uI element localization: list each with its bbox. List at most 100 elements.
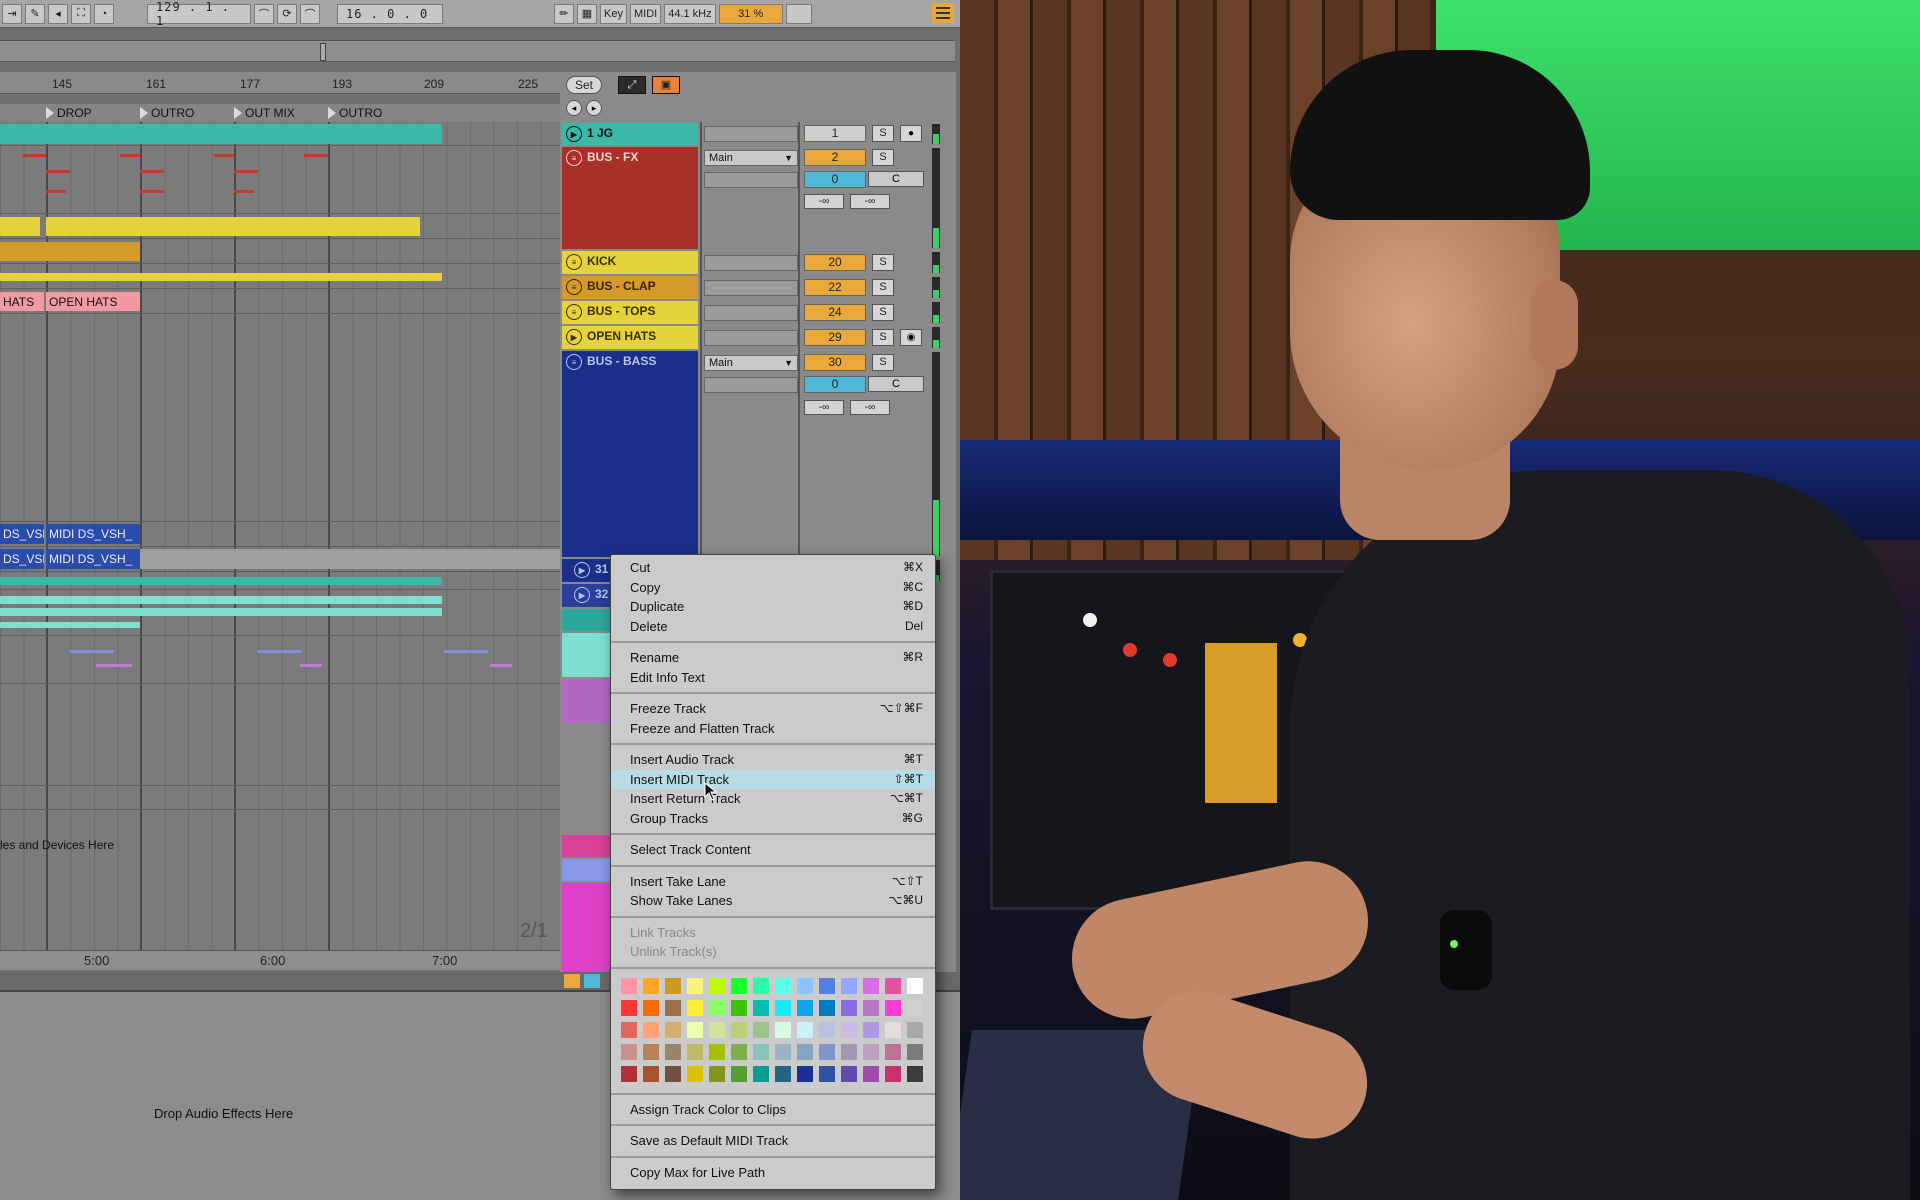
- color-swatch[interactable]: [643, 1065, 659, 1082]
- color-swatch[interactable]: [863, 1043, 879, 1060]
- group-icon[interactable]: ≡: [566, 254, 582, 270]
- pencil-icon[interactable]: ✏: [554, 3, 574, 24]
- color-swatch[interactable]: [775, 977, 791, 994]
- open-hats-clip[interactable]: OPEN HATS: [46, 292, 140, 311]
- track-lane[interactable]: [0, 122, 560, 146]
- menu-item-freeze-track[interactable]: Freeze Track ⌥⇧⌘F: [611, 699, 935, 719]
- color-swatch[interactable]: [819, 1043, 835, 1060]
- key-map-button[interactable]: Key: [600, 3, 627, 24]
- solo-button[interactable]: S: [872, 279, 894, 296]
- color-swatch[interactable]: [863, 1065, 879, 1082]
- solo-button[interactable]: S: [872, 354, 894, 371]
- track-lane[interactable]: DS_VSH_ MIDI DS_VSH_: [0, 522, 560, 547]
- color-swatch[interactable]: [885, 999, 901, 1016]
- return-track-lane[interactable]: [0, 762, 560, 786]
- audio-clip[interactable]: [0, 622, 140, 628]
- menu-item-save-default-midi-track[interactable]: Save as Default MIDI Track: [611, 1131, 935, 1151]
- track-lane[interactable]: [0, 636, 560, 684]
- midi-map-button[interactable]: MIDI: [629, 3, 662, 24]
- next-locator-icon[interactable]: ▸: [586, 100, 602, 116]
- locator[interactable]: OUTRO: [140, 106, 194, 120]
- color-swatch[interactable]: [819, 977, 835, 994]
- locator[interactable]: OUT MIX: [234, 106, 295, 120]
- track-header[interactable]: ≡ BUS - FX: [562, 147, 698, 249]
- open-hats-clip[interactable]: HATS: [0, 292, 44, 311]
- arrangement-view[interactable]: HATS OPEN HATS DS_VSH_ MIDI DS_VSH_ DS_V…: [0, 122, 560, 952]
- color-swatch[interactable]: [621, 1021, 637, 1038]
- solo-button[interactable]: S: [872, 254, 894, 271]
- color-swatch[interactable]: [797, 977, 813, 994]
- color-swatch[interactable]: [709, 1065, 725, 1082]
- output-dropdown[interactable]: Main ▼: [704, 150, 798, 166]
- track-number[interactable]: 29: [804, 329, 866, 346]
- color-swatch[interactable]: [753, 999, 769, 1016]
- track-kick[interactable]: ≡ KICK 20 S: [560, 250, 956, 275]
- menu-item-delete[interactable]: Delete Del: [611, 617, 935, 637]
- track-lane[interactable]: [0, 239, 560, 264]
- input-output-slot[interactable]: [704, 330, 798, 346]
- color-swatch[interactable]: [687, 977, 703, 994]
- audio-clip[interactable]: [0, 242, 140, 261]
- play-icon[interactable]: ▶: [574, 587, 590, 603]
- set-locator-button[interactable]: Set: [566, 76, 602, 94]
- color-swatch[interactable]: [665, 1065, 681, 1082]
- color-swatch[interactable]: [731, 1065, 747, 1082]
- color-swatch[interactable]: [709, 977, 725, 994]
- overview-selection[interactable]: [320, 43, 326, 61]
- arrangement-position-field[interactable]: 129 . 1 . 1: [147, 0, 251, 28]
- locator[interactable]: DROP: [46, 106, 92, 120]
- track-bus-clap[interactable]: ≡ BUS - CLAP 22 S: [560, 275, 956, 300]
- output-channel-slot[interactable]: [704, 172, 798, 188]
- track-lane[interactable]: DS_VSH_ MIDI DS_VSH_: [0, 547, 560, 572]
- input-output-slot[interactable]: [704, 280, 798, 296]
- color-swatch[interactable]: [753, 1043, 769, 1060]
- menu-item-insert-midi-track[interactable]: Insert MIDI Track ⇧⌘T: [611, 769, 935, 789]
- menu-item-show-take-lanes[interactable]: Show Take Lanes ⌥⌘U: [611, 891, 935, 911]
- menu-item-copy[interactable]: Copy ⌘C: [611, 578, 935, 598]
- crossfade-button[interactable]: C: [868, 171, 924, 187]
- menu-item-copy-max-path[interactable]: Copy Max for Live Path: [611, 1163, 935, 1183]
- record-arm-icon[interactable]: ●: [900, 125, 922, 142]
- lock-icon[interactable]: ▣: [652, 76, 680, 94]
- midi-clip[interactable]: MIDI DS_VSH_: [46, 549, 140, 569]
- track-number[interactable]: 22: [804, 279, 866, 296]
- metronome-icon[interactable]: ◔: [94, 3, 114, 24]
- play-icon[interactable]: ▶: [566, 329, 582, 345]
- color-swatch[interactable]: [709, 999, 725, 1016]
- menu-item-group-tracks[interactable]: Group Tracks ⌘G: [611, 809, 935, 829]
- color-swatch[interactable]: [885, 1021, 901, 1038]
- color-swatch[interactable]: [753, 1021, 769, 1038]
- color-swatch[interactable]: [709, 1043, 725, 1060]
- color-swatch[interactable]: [863, 1021, 879, 1038]
- group-icon[interactable]: ≡: [566, 279, 582, 295]
- master-track-lane[interactable]: [0, 810, 560, 952]
- color-swatch[interactable]: [907, 1021, 923, 1038]
- track-header[interactable]: ▶ OPEN HATS: [562, 326, 698, 349]
- locator[interactable]: OUTRO: [328, 106, 382, 120]
- color-swatch[interactable]: [819, 1065, 835, 1082]
- color-swatch[interactable]: [819, 1021, 835, 1038]
- track-number[interactable]: 24: [804, 304, 866, 321]
- arrangement-overview[interactable]: [0, 40, 955, 62]
- menu-item-select-track-content[interactable]: Select Track Content: [611, 840, 935, 860]
- empty-clip-slot[interactable]: [140, 549, 560, 569]
- loop-icon[interactable]: ⟳: [277, 3, 297, 24]
- color-swatch[interactable]: [643, 1021, 659, 1038]
- color-swatch[interactable]: [621, 1065, 637, 1082]
- color-swatch[interactable]: [907, 1043, 923, 1060]
- audio-clip[interactable]: [0, 608, 442, 616]
- audio-clip[interactable]: [0, 577, 442, 585]
- color-swatch[interactable]: [753, 1065, 769, 1082]
- expand-icon[interactable]: ⤢: [618, 76, 646, 94]
- punch-out-icon[interactable]: ⌒: [300, 3, 320, 24]
- audio-clip[interactable]: [0, 596, 442, 604]
- input-output-slot[interactable]: [704, 305, 798, 321]
- menu-item-freeze-and-flatten[interactable]: Freeze and Flatten Track: [611, 719, 935, 739]
- track-lane[interactable]: [0, 214, 560, 239]
- menu-item-insert-take-lane[interactable]: Insert Take Lane ⌥⇧T: [611, 872, 935, 892]
- audio-clip[interactable]: [0, 273, 442, 281]
- midi-clip[interactable]: DS_VSH_: [0, 524, 44, 544]
- track-bus-fx[interactable]: ≡ BUS - FX Main ▼ 2 S 0 C -∞ -∞: [560, 146, 956, 250]
- color-swatch[interactable]: [753, 977, 769, 994]
- color-swatch[interactable]: [863, 977, 879, 994]
